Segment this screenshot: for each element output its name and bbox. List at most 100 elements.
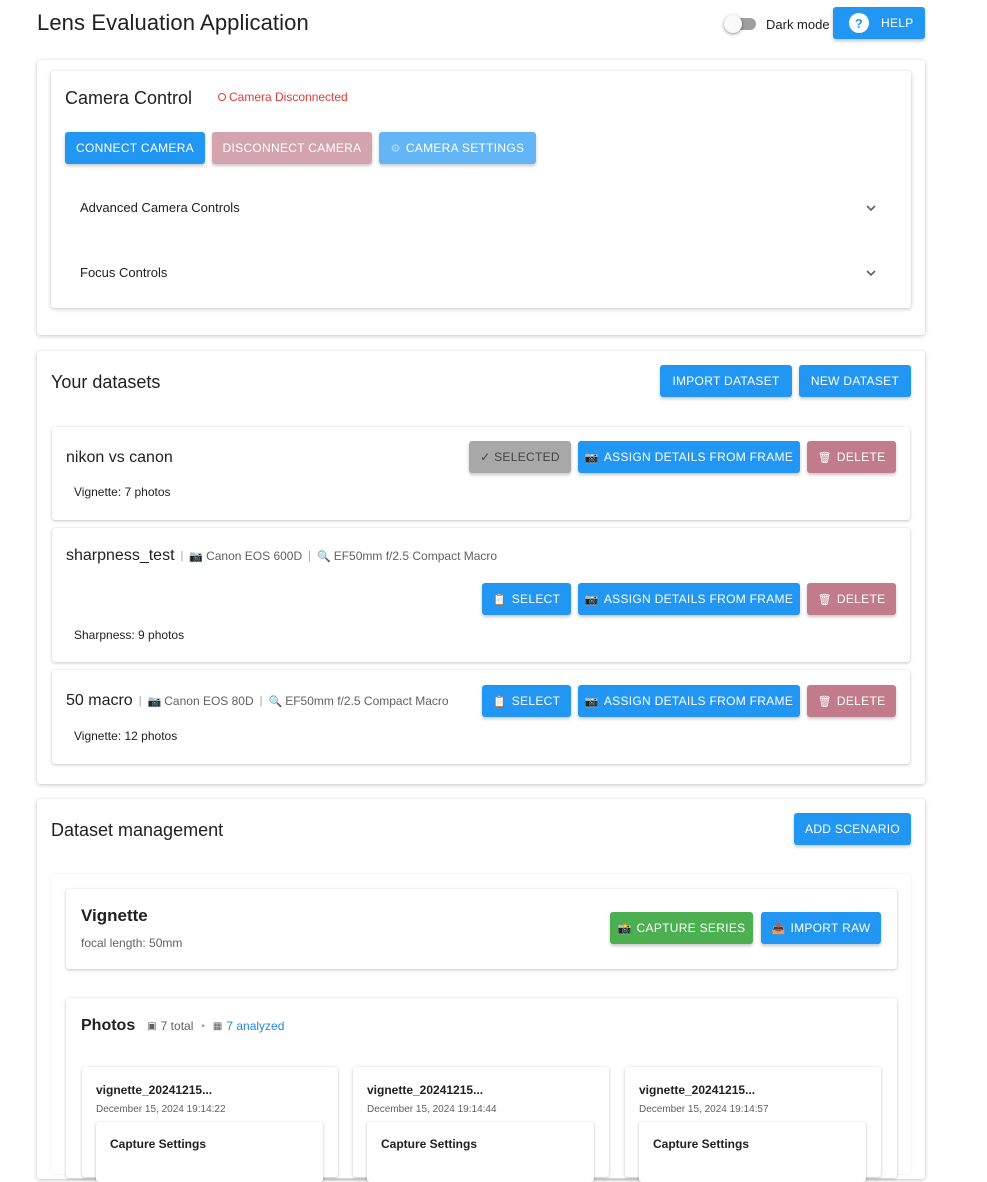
dataset-header: 50 macro | 📷 Canon EOS 80D | 🔍 EF50mm f/… — [66, 692, 449, 710]
focus-controls-label: Focus Controls — [80, 265, 168, 280]
import-dataset-button[interactable]: IMPORT DATASET — [660, 365, 792, 397]
clipboard-icon: 📋 — [492, 593, 507, 606]
dataset-name: nikon vs canon — [66, 449, 173, 466]
camera-icon: 📷 — [147, 695, 162, 708]
advanced-camera-controls-expander[interactable]: Advanced Camera Controls — [51, 181, 911, 233]
camera-status: Camera Disconnected — [218, 90, 348, 104]
chevron-down-icon — [866, 205, 876, 212]
scenario-name: Vignette — [81, 906, 148, 925]
capture-series-label: CAPTURE SERIES — [636, 921, 746, 935]
photos-header: Photos ▣ 7 total • ▦ 7 analyzed — [81, 1017, 284, 1035]
dark-mode-toggle[interactable] — [724, 15, 756, 33]
assign-details-label: ASSIGN DETAILS FROM FRAME — [603, 592, 794, 606]
dataset-lens: EF50mm f/2.5 Compact Macro — [285, 694, 449, 708]
camera-icon: 📷 — [584, 451, 599, 464]
dataset-card[interactable]: sharpness_test | 📷 Canon EOS 600D | 🔍 EF… — [52, 528, 910, 662]
assign-details-button[interactable]: 📷 ASSIGN DETAILS FROM FRAME — [578, 583, 800, 615]
add-scenario-button[interactable]: ADD SCENARIO — [794, 813, 911, 845]
photo-date: December 15, 2024 19:14:22 — [96, 1104, 226, 1115]
select-dataset-button[interactable]: 📋 SELECT — [482, 685, 571, 717]
dataset-camera: Canon EOS 80D — [164, 694, 254, 708]
assign-details-button[interactable]: 📷 ASSIGN DETAILS FROM FRAME — [578, 685, 800, 717]
camera-control-card: Camera Control Camera Disconnected CONNE… — [51, 71, 911, 308]
camera-control-title: Camera Control — [65, 88, 193, 108]
disconnected-icon — [218, 93, 226, 101]
trash-icon: 🗑 — [817, 451, 832, 464]
connect-camera-button[interactable]: CONNECT CAMERA — [65, 132, 205, 164]
trash-icon: 🗑 — [817, 695, 832, 708]
photo-name: vignette_20241215... — [96, 1083, 213, 1097]
disconnect-camera-button[interactable]: DISCONNECT CAMERA — [212, 132, 372, 164]
photo-date: December 15, 2024 19:14:44 — [367, 1104, 497, 1115]
app-title: Lens Evaluation Application — [37, 10, 309, 35]
dataset-name: 50 macro — [66, 692, 133, 709]
photos-title: Photos — [81, 1017, 136, 1034]
trash-icon: 🗑 — [817, 593, 832, 606]
select-label: SELECT — [511, 694, 561, 708]
photo-date: December 15, 2024 19:14:57 — [639, 1104, 769, 1115]
camera-icon: 📷 — [584, 695, 599, 708]
lens-icon: 🔍 — [317, 550, 331, 563]
dataset-name: sharpness_test — [66, 547, 175, 564]
toggle-thumb — [724, 15, 742, 33]
capture-series-button[interactable]: 📸 CAPTURE SERIES — [610, 912, 753, 944]
camera-status-text: Camera Disconnected — [229, 90, 348, 104]
scenario-card: Vignette focal length: 50mm 📸 CAPTURE SE… — [66, 889, 897, 969]
dot-separator: • — [201, 1020, 205, 1032]
dataset-card[interactable]: 50 macro | 📷 Canon EOS 80D | 🔍 EF50mm f/… — [52, 670, 910, 764]
assign-details-button[interactable]: 📷 ASSIGN DETAILS FROM FRAME — [578, 441, 800, 473]
photos-total: 7 total — [160, 1019, 194, 1033]
delete-dataset-button[interactable]: 🗑 DELETE — [807, 583, 896, 615]
lens-icon: 🔍 — [268, 695, 283, 708]
capture-settings-panel: Capture Settings — [639, 1122, 866, 1182]
focus-controls-expander[interactable]: Focus Controls — [51, 246, 911, 298]
import-raw-label: IMPORT RAW — [790, 921, 871, 935]
scenario-focal-length: focal length: 50mm — [81, 936, 183, 950]
import-icon: 📥 — [771, 922, 786, 935]
advanced-camera-controls-label: Advanced Camera Controls — [80, 200, 240, 215]
capture-settings-title: Capture Settings — [381, 1137, 478, 1151]
separator: | — [138, 695, 142, 707]
photo-tile[interactable]: vignette_20241215... December 15, 2024 1… — [353, 1067, 609, 1182]
camera-icon: 📷 — [584, 593, 599, 606]
photos-icon: ▣ — [147, 1020, 157, 1032]
camera-settings-button[interactable]: ⚙ CAMERA SETTINGS — [379, 132, 536, 164]
capture-settings-panel: Capture Settings — [96, 1122, 323, 1182]
camera-flash-icon: 📸 — [617, 922, 632, 935]
help-icon: ? — [849, 13, 869, 33]
select-label: SELECT — [511, 592, 561, 606]
dataset-summary: Vignette: 12 photos — [74, 729, 178, 743]
chart-icon: ▦ — [212, 1020, 223, 1032]
capture-settings-panel: Capture Settings — [367, 1122, 594, 1182]
dataset-header: sharpness_test | 📷 Canon EOS 600D | 🔍 EF… — [66, 547, 497, 565]
delete-dataset-button[interactable]: 🗑 DELETE — [807, 685, 896, 717]
dataset-lens: EF50mm f/2.5 Compact Macro — [333, 549, 498, 563]
camera-settings-label: CAMERA SETTINGS — [405, 141, 525, 155]
separator: | — [180, 550, 184, 562]
separator: | — [308, 550, 311, 562]
dataset-camera: Canon EOS 600D — [206, 549, 303, 563]
photo-name: vignette_20241215... — [639, 1083, 756, 1097]
photo-tile[interactable]: vignette_20241215... December 15, 2024 1… — [625, 1067, 881, 1182]
import-raw-button[interactable]: 📥 IMPORT RAW — [761, 912, 881, 944]
capture-settings-title: Capture Settings — [110, 1137, 207, 1151]
chevron-down-icon — [866, 270, 876, 277]
delete-label: DELETE — [836, 694, 886, 708]
delete-dataset-button[interactable]: 🗑 DELETE — [807, 441, 896, 473]
assign-details-label: ASSIGN DETAILS FROM FRAME — [603, 694, 794, 708]
photo-name: vignette_20241215... — [367, 1083, 484, 1097]
photos-analyzed: 7 analyzed — [226, 1019, 285, 1033]
help-button-label: HELP — [881, 16, 914, 30]
datasets-title: Your datasets — [51, 372, 161, 392]
clipboard-icon: 📋 — [492, 695, 507, 708]
selected-button[interactable]: ✓ SELECTED — [469, 441, 571, 473]
select-dataset-button[interactable]: 📋 SELECT — [482, 583, 571, 615]
photo-tile[interactable]: vignette_20241215... December 15, 2024 1… — [82, 1067, 338, 1182]
help-button[interactable]: ? HELP — [833, 7, 925, 39]
capture-settings-title: Capture Settings — [653, 1137, 750, 1151]
new-dataset-button[interactable]: NEW DATASET — [799, 365, 911, 397]
dataset-management-title: Dataset management — [51, 820, 224, 840]
assign-details-label: ASSIGN DETAILS FROM FRAME — [603, 450, 794, 464]
dataset-card[interactable]: nikon vs canon ✓ SELECTED 📷 ASSIGN DETAI… — [52, 427, 910, 520]
separator: | — [259, 695, 263, 707]
